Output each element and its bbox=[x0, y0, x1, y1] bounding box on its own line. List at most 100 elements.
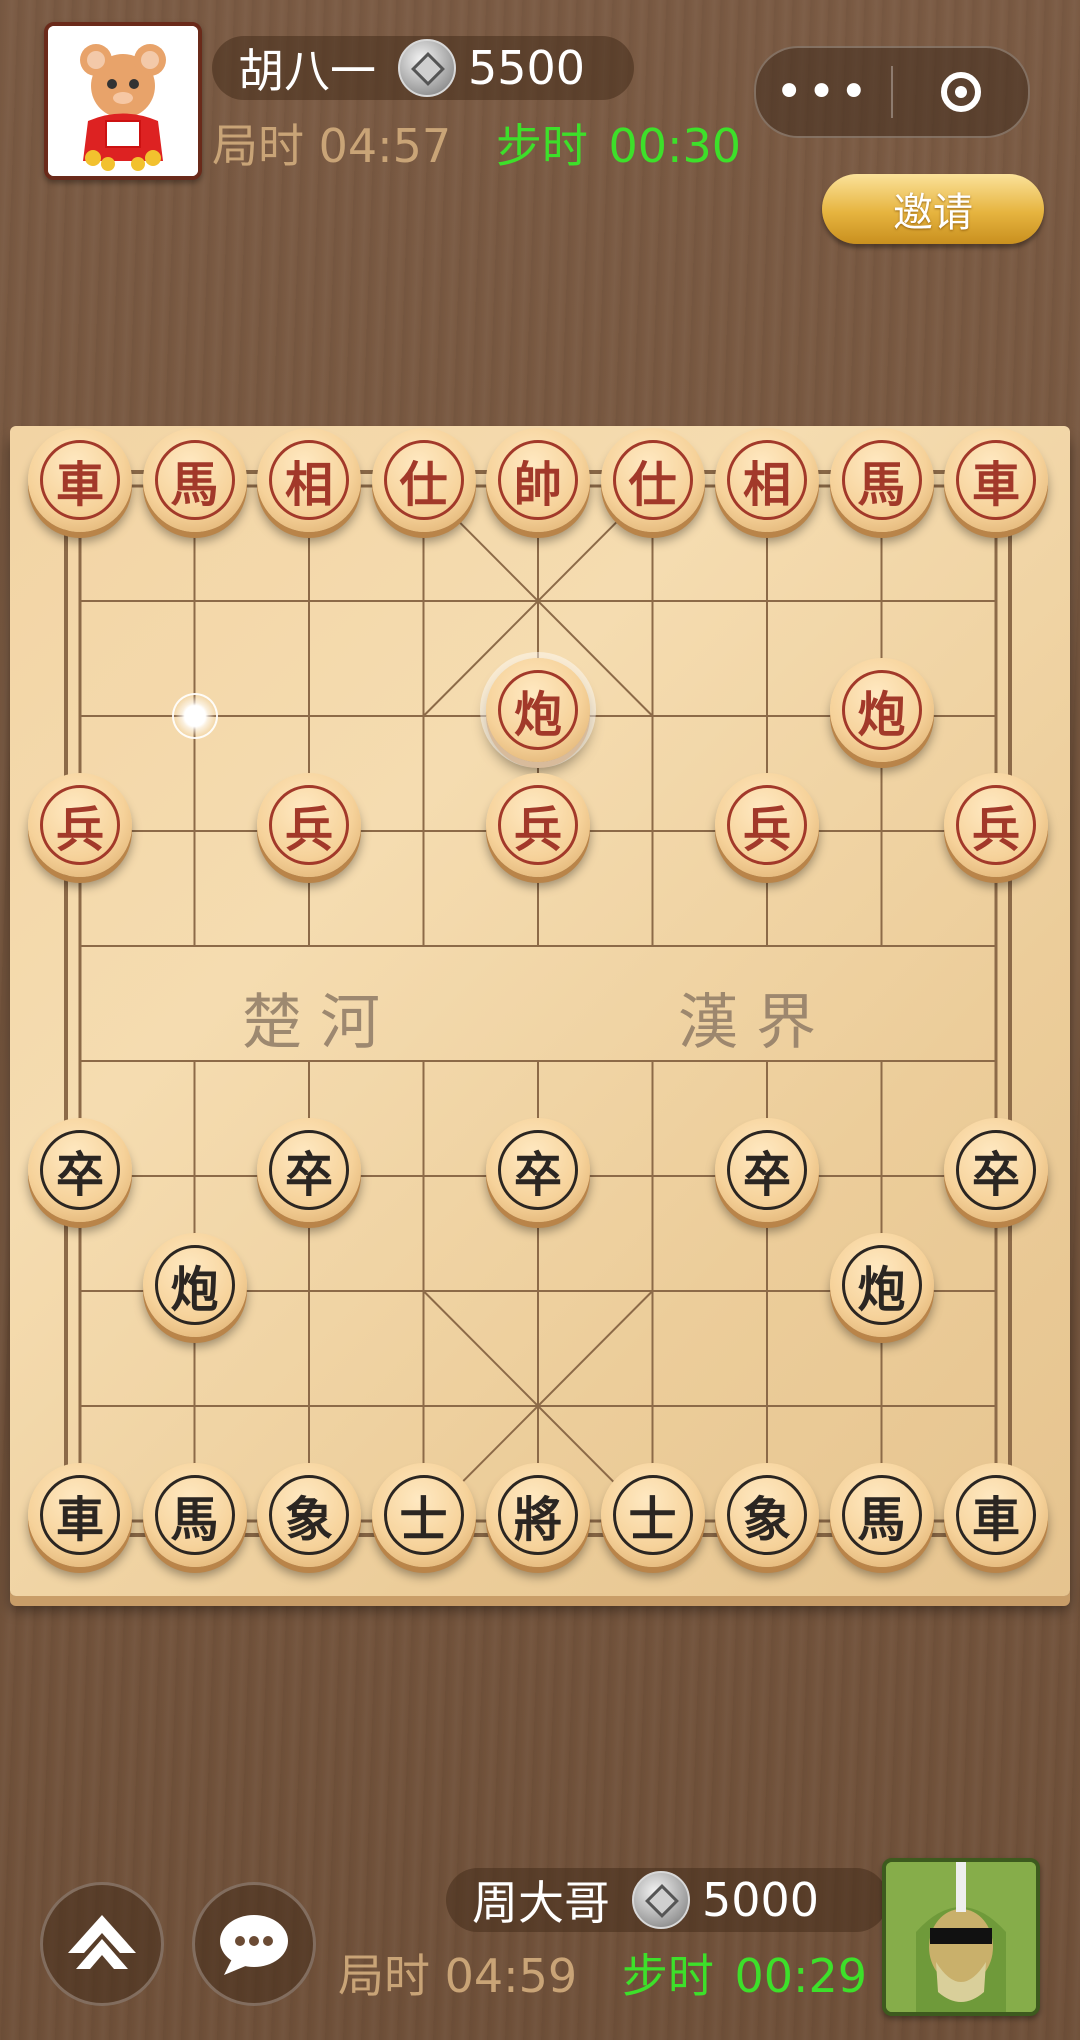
red-piece[interactable]: 兵 bbox=[257, 773, 361, 877]
red-piece[interactable]: 相 bbox=[257, 428, 361, 532]
opponent-info: 胡八一 5500 bbox=[212, 36, 634, 100]
black-piece[interactable]: 車 bbox=[944, 1463, 1048, 1567]
black-piece[interactable]: 士 bbox=[371, 1463, 476, 1567]
opponent-game-time-label: 局时 bbox=[212, 119, 304, 173]
red-piece[interactable]: 仕 bbox=[371, 428, 476, 532]
piece-label: 象 bbox=[727, 1475, 807, 1555]
black-piece[interactable]: 卒 bbox=[257, 1118, 361, 1222]
red-piece[interactable]: 仕 bbox=[600, 428, 705, 532]
sunglasses-character-icon bbox=[886, 1862, 1036, 2012]
piece-label: 兵 bbox=[956, 785, 1036, 865]
piece-label: 兵 bbox=[269, 785, 349, 865]
black-piece[interactable]: 炮 bbox=[142, 1233, 247, 1337]
black-piece[interactable]: 士 bbox=[600, 1463, 705, 1567]
red-piece[interactable]: 兵 bbox=[486, 773, 590, 877]
invite-button[interactable]: 邀请 bbox=[822, 174, 1044, 244]
chat-button[interactable] bbox=[192, 1882, 316, 2006]
player-timers: 局时 04:59 步时 00:29 bbox=[338, 1940, 867, 2006]
player-info: 周大哥 5000 bbox=[446, 1868, 888, 1932]
black-piece[interactable]: 象 bbox=[257, 1463, 361, 1567]
piece-label: 炮 bbox=[154, 1245, 235, 1325]
black-piece[interactable]: 卒 bbox=[944, 1118, 1048, 1222]
opponent-game-time: 04:57 bbox=[318, 119, 452, 173]
piece-label: 象 bbox=[269, 1475, 349, 1555]
piece-label: 卒 bbox=[40, 1130, 120, 1210]
chat-icon bbox=[220, 1915, 288, 1975]
mini-program-capsule: ••• bbox=[754, 46, 1030, 138]
opponent-name: 胡八一 bbox=[238, 44, 376, 98]
piece-label: 卒 bbox=[498, 1130, 578, 1210]
opponent-coins: 5500 bbox=[468, 41, 586, 95]
black-piece[interactable]: 卒 bbox=[28, 1118, 132, 1222]
red-piece[interactable]: 馬 bbox=[829, 428, 934, 532]
piece-label: 車 bbox=[40, 440, 120, 520]
opponent-timers: 局时 04:57 步时 00:30 bbox=[212, 110, 741, 176]
piece-label: 將 bbox=[498, 1475, 578, 1555]
opponent-step-time: 00:30 bbox=[608, 119, 742, 173]
piece-label: 炮 bbox=[498, 670, 578, 750]
piece-label: 車 bbox=[40, 1475, 120, 1555]
player-step-time-label: 步时 bbox=[621, 1949, 714, 2003]
piece-label: 馬 bbox=[841, 440, 922, 520]
river-left-text: 楚河 bbox=[242, 988, 398, 1058]
red-piece[interactable]: 馬 bbox=[142, 428, 247, 532]
target-icon bbox=[940, 72, 981, 112]
red-piece[interactable]: 帥 bbox=[486, 428, 590, 532]
black-piece[interactable]: 卒 bbox=[486, 1118, 590, 1222]
close-button[interactable] bbox=[893, 72, 1028, 112]
red-piece[interactable]: 兵 bbox=[944, 773, 1048, 877]
piece-label: 相 bbox=[269, 440, 349, 520]
piece-label: 馬 bbox=[841, 1475, 922, 1555]
piece-label: 車 bbox=[956, 440, 1036, 520]
red-piece[interactable]: 兵 bbox=[28, 773, 132, 877]
piece-label: 兵 bbox=[40, 785, 120, 865]
player-game-time: 04:59 bbox=[444, 1949, 578, 2003]
mouse-mascot-icon bbox=[48, 26, 198, 176]
piece-label: 仕 bbox=[612, 440, 693, 520]
red-piece[interactable]: 車 bbox=[28, 428, 132, 532]
board-grid bbox=[64, 470, 1012, 1537]
opponent-step-time-label: 步时 bbox=[495, 119, 588, 173]
black-piece[interactable]: 馬 bbox=[829, 1463, 934, 1567]
red-piece[interactable]: 相 bbox=[715, 428, 819, 532]
piece-label: 士 bbox=[383, 1475, 464, 1555]
piece-label: 馬 bbox=[154, 1475, 235, 1555]
black-piece[interactable]: 馬 bbox=[142, 1463, 247, 1567]
piece-label: 士 bbox=[612, 1475, 693, 1555]
black-piece[interactable]: 車 bbox=[28, 1463, 132, 1567]
red-piece[interactable]: 炮 bbox=[486, 658, 590, 762]
up-arrow-icon bbox=[68, 1915, 136, 1969]
piece-label: 卒 bbox=[727, 1130, 807, 1210]
red-piece[interactable]: 車 bbox=[944, 428, 1048, 532]
piece-label: 卒 bbox=[956, 1130, 1036, 1210]
chess-board[interactable]: 楚河 漢界 車馬相仕帥仕相馬車炮炮兵兵兵兵兵卒卒卒卒卒炮炮車馬象士將士象馬車 bbox=[10, 426, 1070, 1596]
more-button[interactable]: ••• bbox=[756, 48, 891, 136]
piece-label: 相 bbox=[727, 440, 807, 520]
coin-icon bbox=[398, 39, 456, 97]
player-avatar[interactable] bbox=[882, 1858, 1040, 2016]
piece-label: 仕 bbox=[383, 440, 464, 520]
opponent-avatar[interactable] bbox=[44, 22, 202, 180]
red-piece[interactable]: 炮 bbox=[829, 658, 934, 762]
coin-icon bbox=[632, 1871, 690, 1929]
black-piece[interactable]: 卒 bbox=[715, 1118, 819, 1222]
piece-label: 兵 bbox=[498, 785, 578, 865]
black-piece[interactable]: 象 bbox=[715, 1463, 819, 1567]
piece-label: 帥 bbox=[498, 440, 578, 520]
river-right-text: 漢界 bbox=[678, 988, 834, 1058]
player-coins: 5000 bbox=[702, 1873, 820, 1927]
black-piece[interactable]: 將 bbox=[486, 1463, 590, 1567]
player-game-time-label: 局时 bbox=[338, 1949, 430, 2003]
red-piece[interactable]: 兵 bbox=[715, 773, 819, 877]
piece-label: 馬 bbox=[154, 440, 235, 520]
piece-label: 卒 bbox=[269, 1130, 349, 1210]
player-name: 周大哥 bbox=[472, 1876, 610, 1930]
piece-label: 兵 bbox=[727, 785, 807, 865]
piece-label: 炮 bbox=[841, 670, 922, 750]
black-piece[interactable]: 炮 bbox=[829, 1233, 934, 1337]
piece-label: 車 bbox=[956, 1475, 1036, 1555]
up-button[interactable] bbox=[40, 1882, 164, 2006]
last-move-marker bbox=[171, 693, 218, 739]
player-step-time: 00:29 bbox=[734, 1949, 868, 2003]
piece-label: 炮 bbox=[841, 1245, 922, 1325]
